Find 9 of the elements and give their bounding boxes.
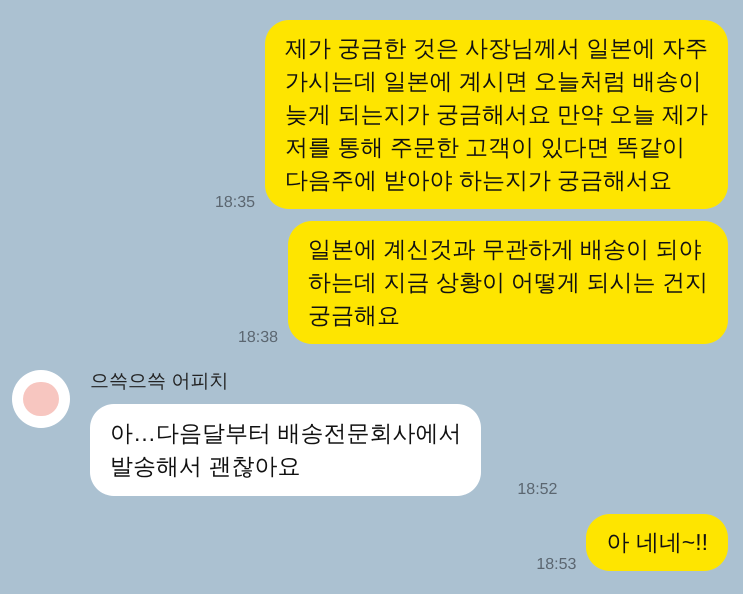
message-bubble: 일본에 계신것과 무관하게 배송이 되야 하는데 지금 상황이 어떻게 되시는 건지 궁금해요 (288, 221, 728, 344)
message-time: 18:53 (536, 555, 576, 575)
message-time: 18:35 (215, 193, 256, 213)
message-time: 18:52 (517, 480, 558, 500)
message-time: 18:38 (238, 328, 278, 348)
message-bubble: 아 네네~!! (586, 514, 728, 571)
message-bubble: 제가 궁금한 것은 사장님께서 일본에 자주 가시는데 일본에 계시면 오늘처럼 배송이 늦게 되는지가 궁금해서요 만약 오늘 제가 저를 통해 주문한 고객이 있다면 똑같이 다음주에 받아야 하는지가 궁금해서요 (265, 20, 728, 209)
message-bubble: 아…다음달부터 배송전문회사에서 발송해서 괜찮아요 (90, 404, 482, 496)
sender-name: 으쓱으쓱 어피치 (90, 370, 230, 394)
